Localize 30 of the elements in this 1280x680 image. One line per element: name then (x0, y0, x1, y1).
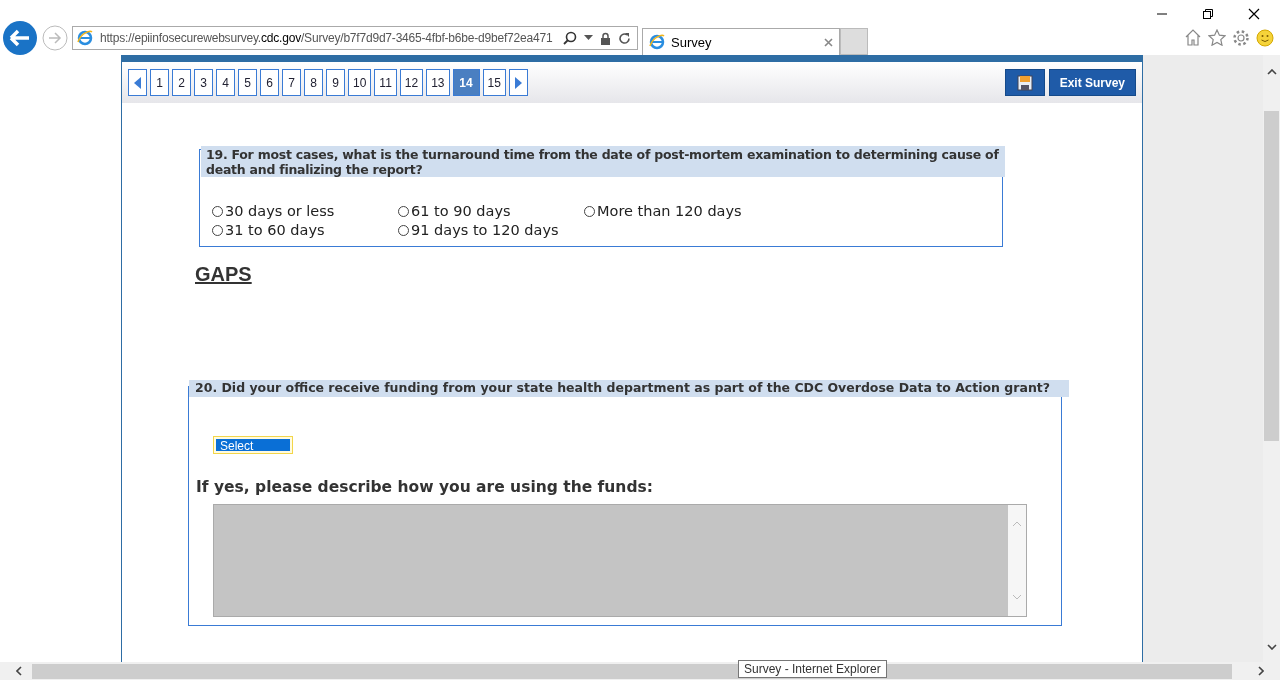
page-number-button[interactable]: 3 (194, 69, 213, 96)
page-number-button[interactable]: 9 (326, 69, 345, 96)
radio-option[interactable]: More than 120 days (584, 203, 1002, 219)
radio-option[interactable]: 91 days to 120 days (398, 222, 584, 238)
tooltip: Survey - Internet Explorer (738, 660, 887, 678)
page-number-button[interactable]: 14 (452, 69, 480, 96)
exit-survey-button[interactable]: Exit Survey (1048, 69, 1136, 96)
question-text: 20. Did your office receive funding from your state health department as part of the CDC Overdose Data to Action grant? (189, 380, 1069, 397)
page-number-button[interactable]: 1 (150, 69, 169, 96)
section-heading: GAPS (195, 263, 252, 286)
radio-option[interactable]: 31 to 60 days (212, 222, 398, 238)
field-label: If yes, please describe how you are using the funds: (196, 478, 654, 496)
page-number-button[interactable]: 5 (238, 69, 257, 96)
dropdown[interactable]: Select (213, 436, 293, 454)
page-number-button[interactable]: 12 (399, 69, 424, 96)
url-text: https://epiinfosecurewebsurvey.cdc.gov/Survey/b7f7d9d7-3465-4fbf-b6be-d9bef72ea471 (100, 31, 554, 45)
page-number-button[interactable]: 7 (282, 69, 301, 96)
page-number-button[interactable]: 11 (374, 69, 397, 96)
page-number-button[interactable]: 15 (482, 69, 506, 96)
question-text: 19. For most cases, what is the turnaround time from the date of post-mortem examination to determining cause of death and finalizing the report? (201, 146, 1005, 177)
page-number-button[interactable]: 6 (260, 69, 279, 96)
address-bar[interactable]: https://epiinfosecurewebsurvey.cdc.gov/Survey/b7f7d9d7-3465-4fbf-b6be-d9bef72ea471 (72, 26, 638, 50)
page-number-button[interactable]: 2 (172, 69, 191, 96)
page-number-button[interactable]: 10 (348, 69, 372, 96)
radio-option[interactable]: 30 days or less (212, 203, 398, 219)
page-number-button[interactable]: 13 (426, 69, 450, 96)
radio-option[interactable]: 61 to 90 days (398, 203, 584, 219)
page-number-button[interactable]: 8 (304, 69, 323, 96)
browser-tab[interactable]: Survey (642, 28, 840, 55)
page-number-button[interactable]: 4 (216, 69, 235, 96)
